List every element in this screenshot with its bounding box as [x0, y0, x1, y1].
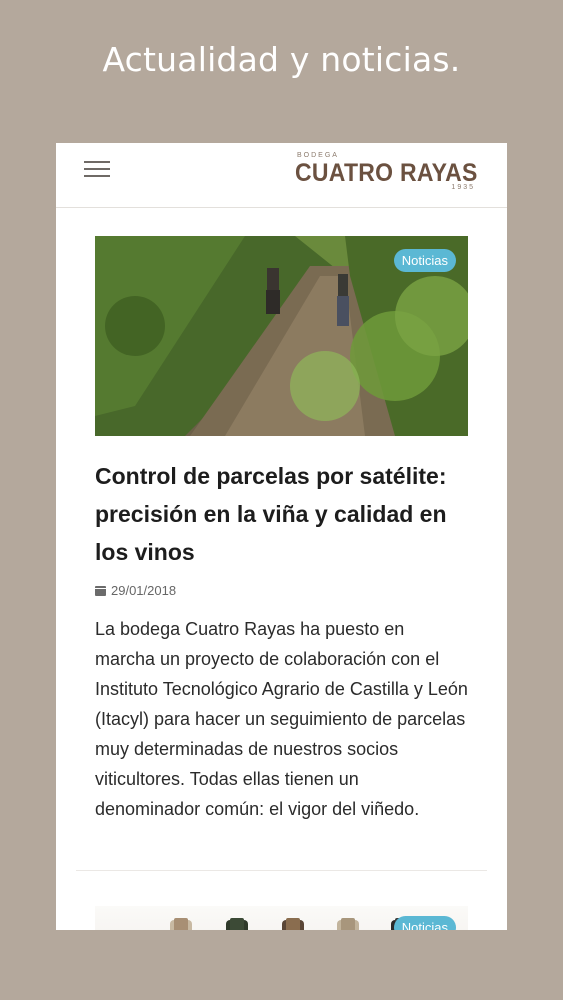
category-badge[interactable]: Noticias	[393, 916, 456, 930]
article-divider	[76, 870, 487, 871]
calendar-icon	[95, 585, 106, 596]
wine-bottle	[282, 918, 304, 930]
wine-bottle	[337, 918, 359, 930]
article-card[interactable]: Noticias Control de parcelas por satélit…	[95, 236, 468, 824]
category-badge[interactable]: Noticias	[393, 249, 456, 272]
article-date: 29/01/2018	[111, 583, 177, 598]
article-image[interactable]: Noticias	[95, 906, 468, 930]
article-title[interactable]: Control de parcelas por satélite: precis…	[95, 457, 468, 571]
brand-logo[interactable]: BODEGA CUATRO RAYAS 1935	[295, 150, 477, 202]
app-screen: BODEGA CUATRO RAYAS 1935 Noticias Contro…	[56, 143, 507, 930]
hamburger-menu-icon[interactable]	[84, 161, 110, 181]
wine-bottle	[226, 918, 248, 930]
logo-top-text: BODEGA	[297, 152, 339, 159]
logo-main-text: CUATRO RAYAS	[295, 159, 478, 187]
promo-title: Actualidad y noticias.	[102, 40, 461, 79]
article-meta: 29/01/2018	[95, 583, 468, 598]
wine-bottle	[170, 918, 192, 930]
article-card[interactable]: Noticias	[95, 906, 468, 930]
app-header: BODEGA CUATRO RAYAS 1935	[56, 143, 507, 208]
article-excerpt: La bodega Cuatro Rayas ha puesto en marc…	[95, 619, 468, 819]
article-image[interactable]: Noticias	[95, 236, 468, 436]
logo-year-text: 1935	[451, 184, 475, 191]
